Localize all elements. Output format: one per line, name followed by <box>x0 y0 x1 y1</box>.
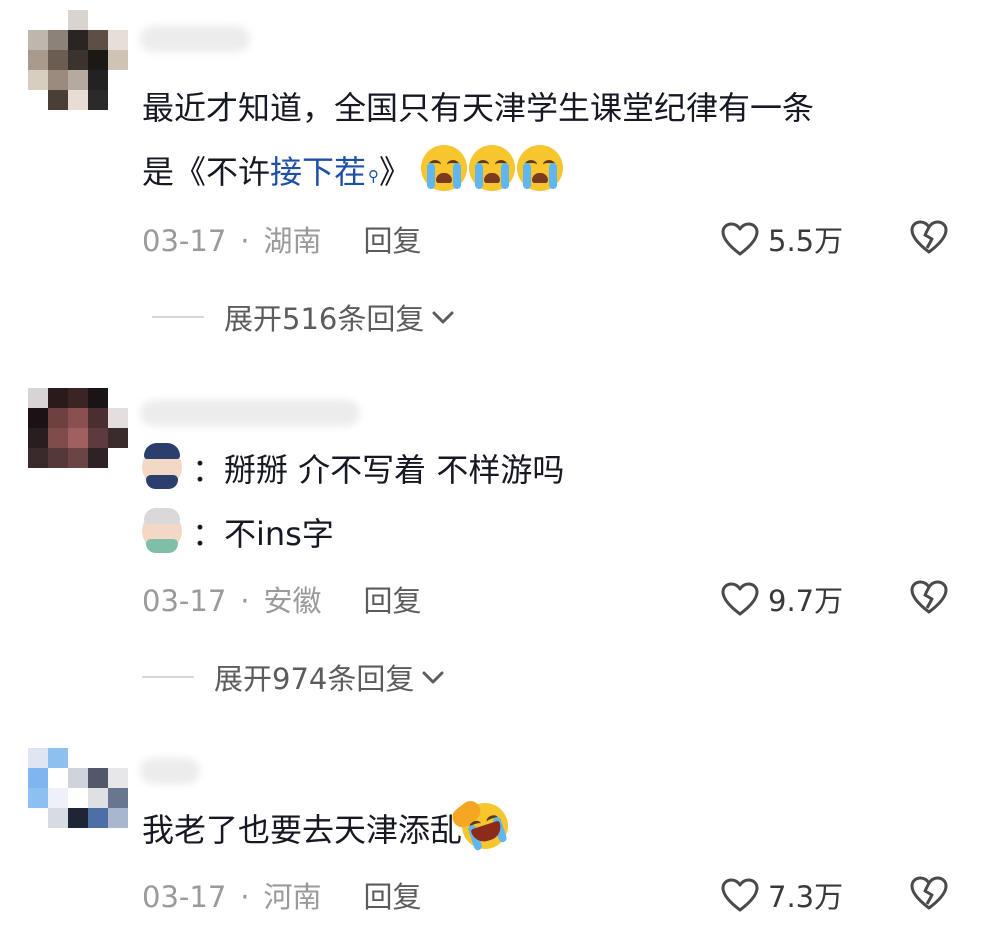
police-officer-icon <box>142 443 182 489</box>
broken-heart-icon <box>910 220 948 254</box>
expand-replies[interactable]: 展开516条回复 <box>152 296 456 338</box>
like-count: 7.3万 <box>768 880 844 914</box>
expand-replies-label: 展开516条回复 <box>224 302 425 336</box>
comment-date: 03-17 <box>142 880 227 914</box>
loudly-crying-face-icon <box>421 145 468 191</box>
chevron-down-icon <box>432 311 454 324</box>
comment-meta: 03-17 · 湖南 回复 <box>142 224 422 258</box>
expand-replies-label: 展开974条回复 <box>214 662 415 696</box>
like-button[interactable]: 5.5万 <box>720 218 843 260</box>
comment-meta: 03-17 · 河南 回复 <box>142 880 422 914</box>
dislike-button[interactable] <box>908 578 950 620</box>
comment-location: 安徽 <box>263 584 322 618</box>
reply-button[interactable]: 回复 <box>364 584 422 618</box>
loudly-crying-face-icon <box>469 145 516 191</box>
like-count: 9.7万 <box>768 584 844 618</box>
comment-text: 最近才知道，全国只有天津学生课堂纪律有一条 是《不许接下茬 ⚲》 <box>142 89 815 191</box>
rolling-on-the-floor-laughing-icon <box>448 797 514 855</box>
comment-location: 河南 <box>263 880 322 914</box>
old-man-icon <box>142 508 182 553</box>
search-icon: ⚲ <box>368 167 380 185</box>
broken-heart-icon <box>910 580 948 614</box>
like-count: 5.5万 <box>768 224 844 258</box>
like-button[interactable]: 9.7万 <box>720 578 843 620</box>
divider <box>142 676 194 678</box>
search-link[interactable]: 接下茬 ⚲ <box>270 153 379 191</box>
expand-replies[interactable]: 展开974条回复 <box>142 656 446 698</box>
reply-button[interactable]: 回复 <box>364 880 422 914</box>
like-button[interactable]: 7.3万 <box>720 874 843 916</box>
dislike-button[interactable] <box>908 874 950 916</box>
loudly-crying-face-icon <box>517 145 564 191</box>
avatar[interactable] <box>28 748 128 848</box>
comment-text: 我老了也要去天津添乱 <box>142 797 514 862</box>
comment-date: 03-17 <box>142 224 227 258</box>
comment-location: 湖南 <box>263 224 322 258</box>
username[interactable] <box>140 400 360 426</box>
username[interactable] <box>140 26 250 52</box>
comment-meta: 03-17 · 安徽 回复 <box>142 584 422 618</box>
broken-heart-icon <box>910 876 948 910</box>
username[interactable] <box>140 758 200 784</box>
heart-icon <box>721 878 759 912</box>
comment-text: ：掰掰 介不写着 不样游吗 ：不ins字 <box>142 438 564 566</box>
chevron-down-icon <box>422 671 444 684</box>
heart-icon <box>721 582 759 616</box>
heart-icon <box>721 222 759 256</box>
comment-date: 03-17 <box>142 584 227 618</box>
dislike-button[interactable] <box>908 218 950 260</box>
avatar[interactable] <box>28 10 128 110</box>
avatar[interactable] <box>28 388 128 488</box>
reply-button[interactable]: 回复 <box>364 224 422 258</box>
divider <box>152 316 204 318</box>
